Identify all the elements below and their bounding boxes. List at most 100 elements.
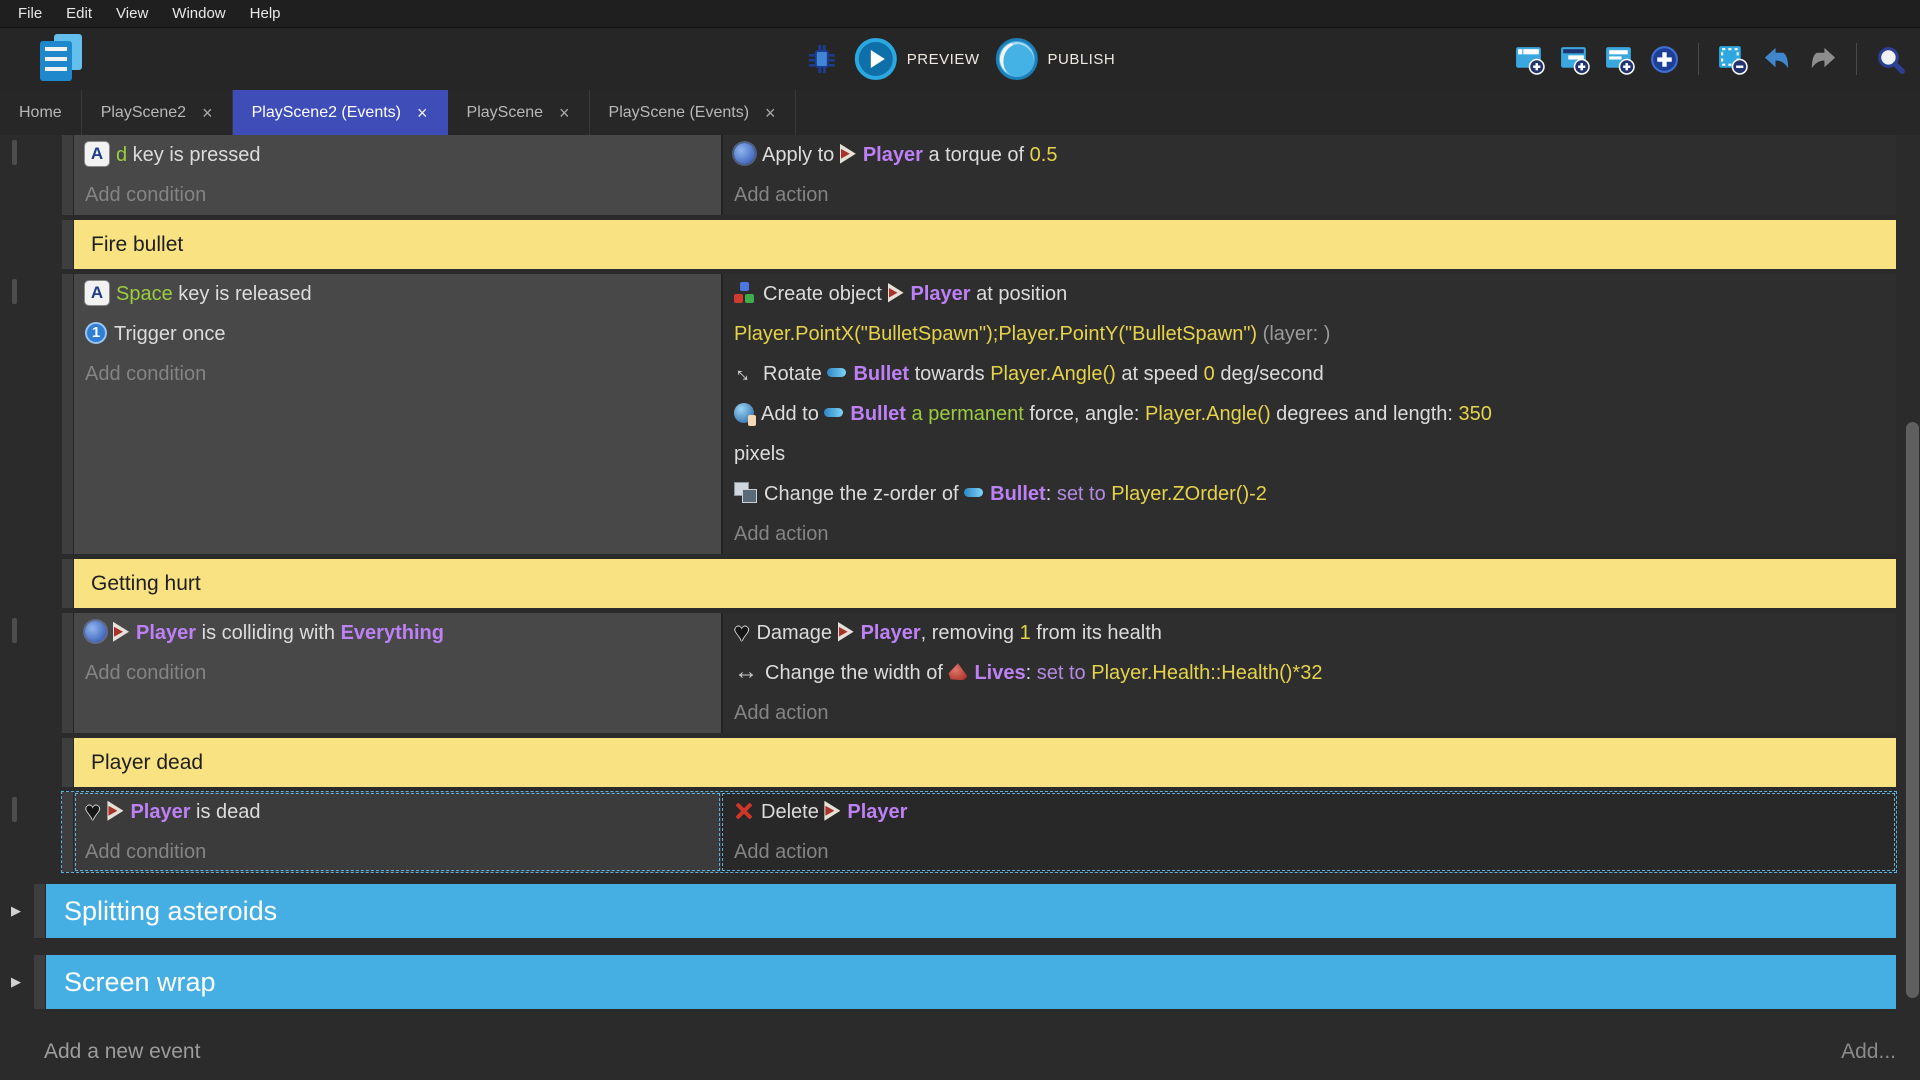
tab-playscene2-events-[interactable]: PlayScene2 (Events)× (233, 90, 448, 135)
add-action-placeholder[interactable]: Add action (734, 514, 1886, 554)
tab-bar: HomePlayScene2×PlayScene2 (Events)×PlayS… (0, 90, 1920, 135)
add-condition-placeholder[interactable]: Add condition (85, 653, 711, 693)
tab-playscene2[interactable]: PlayScene2× (82, 90, 233, 135)
event-drag-handle[interactable] (62, 738, 74, 787)
action-line[interactable]: pixels (734, 434, 1886, 474)
text-segment: Add condition (85, 841, 206, 863)
event-drag-handle[interactable] (62, 792, 74, 872)
menu-item-file[interactable]: File (6, 0, 54, 27)
event-drag-handle[interactable] (34, 884, 46, 938)
add-condition-placeholder[interactable]: Add condition (85, 354, 711, 394)
add-action-placeholder[interactable]: Add action (734, 175, 1886, 215)
tab-home[interactable]: Home (0, 90, 82, 135)
vertical-scrollbar-thumb[interactable] (1906, 422, 1919, 998)
event-row: ASpace key is released1Trigger onceAdd c… (62, 274, 1896, 554)
event-drag-handle[interactable] (34, 955, 46, 1009)
event-drag-handle[interactable] (62, 135, 74, 215)
condition-line[interactable]: ASpace key is released (85, 274, 711, 314)
debug-button[interactable] (805, 42, 839, 76)
text-segment: Change the width of (765, 662, 948, 684)
event-sheet: Ad key is pressedAdd conditionApply to P… (0, 135, 1920, 1069)
collapse-arrow-icon[interactable]: ▶ (11, 974, 21, 990)
add-new-event-label[interactable]: Add a new event (44, 1040, 200, 1064)
preview-label: PREVIEW (907, 51, 980, 68)
text-segment: Create object (763, 283, 888, 305)
gdevelop-logo-icon (38, 34, 86, 86)
add-subevent-icon (1559, 44, 1590, 75)
comment-bar[interactable]: Getting hurt (74, 559, 1896, 608)
action-line[interactable]: Add to Bullet a permanent force, angle: … (734, 394, 1886, 434)
menu-item-help[interactable]: Help (238, 0, 293, 27)
comment-row: Player dead (62, 738, 1896, 787)
preview-button[interactable]: PREVIEW (855, 38, 980, 80)
action-line[interactable]: ↔Change the width of Lives: set to Playe… (734, 653, 1886, 693)
text-segment: Player.PointX("BulletSpawn");Player.Poin… (734, 323, 1257, 345)
add-event-button[interactable] (1514, 44, 1545, 75)
event-drag-handle[interactable] (62, 220, 74, 269)
add-action-placeholder[interactable]: Add action (734, 693, 1886, 733)
collapse-arrow-icon[interactable]: ▶ (11, 903, 21, 919)
condition-line[interactable]: 1Trigger once (85, 314, 711, 354)
actions-cell: Delete PlayerAdd action (721, 792, 1896, 872)
keyboard-icon: A (85, 142, 109, 166)
conditions-cell: Player is colliding with EverythingAdd c… (74, 613, 721, 733)
group-bar[interactable]: Splitting asteroids (46, 884, 1896, 938)
search-icon (1875, 44, 1906, 75)
event-drag-handle[interactable] (62, 613, 74, 733)
publish-button[interactable]: PUBLISH (995, 38, 1115, 80)
search-button[interactable] (1875, 44, 1906, 75)
menu-item-view[interactable]: View (104, 0, 160, 27)
preview-play-icon (855, 38, 897, 80)
text-segment: Damage (756, 622, 837, 644)
menu-item-edit[interactable]: Edit (54, 0, 104, 27)
action-line[interactable]: ♥Damage Player, removing 1 from its heal… (734, 613, 1886, 653)
add-action-placeholder[interactable]: Add action (734, 832, 1886, 872)
tab-playscene[interactable]: PlayScene× (448, 90, 590, 135)
tab-close-icon[interactable]: × (417, 104, 428, 122)
add-subevent-button[interactable] (1559, 44, 1590, 75)
redo-icon (1807, 44, 1838, 75)
event-drag-handle[interactable] (62, 274, 74, 554)
text-segment: Bullet (850, 403, 906, 425)
text-segment: is colliding with (196, 622, 341, 644)
comment-bar[interactable]: Player dead (74, 738, 1896, 787)
tab-close-icon[interactable]: × (559, 104, 570, 122)
text-segment: 1 (1020, 622, 1031, 644)
text-segment: Space (116, 283, 173, 305)
undo-button[interactable] (1762, 44, 1793, 75)
action-line[interactable]: ↔Rotate Bullet towards Player.Angle() at… (734, 354, 1886, 394)
condition-line[interactable]: Player is colliding with Everything (85, 613, 711, 653)
event-drag-handle[interactable] (62, 559, 74, 608)
menu-item-window[interactable]: Window (160, 0, 237, 27)
condition-line[interactable]: ♥Player is dead (85, 792, 711, 832)
add-condition-placeholder[interactable]: Add condition (85, 832, 711, 872)
tab-close-icon[interactable]: × (202, 104, 213, 122)
conditions-cell: ASpace key is released1Trigger onceAdd c… (74, 274, 721, 554)
remove-selection-button[interactable] (1717, 44, 1748, 75)
add-comment-button[interactable] (1604, 44, 1635, 75)
group-bar[interactable]: Screen wrap (46, 955, 1896, 1009)
project-manager-button[interactable] (38, 34, 86, 86)
bullet-icon (824, 408, 843, 417)
add-circle-button[interactable] (1649, 44, 1680, 75)
comment-bar[interactable]: Fire bullet (74, 220, 1896, 269)
action-line[interactable]: Change the z-order of Bullet: set to Pla… (734, 474, 1886, 514)
bullet-icon (964, 488, 983, 497)
text-segment: towards (909, 363, 990, 385)
remove-selection-icon (1717, 44, 1748, 75)
heart-icon: ♥ (734, 621, 749, 643)
add-condition-placeholder[interactable]: Add condition (85, 175, 711, 215)
action-line[interactable]: Apply to Player a torque of 0.5 (734, 135, 1886, 175)
redo-button[interactable] (1807, 44, 1838, 75)
action-line[interactable]: Create object Player at position (734, 274, 1886, 314)
add-comment-icon (1604, 44, 1635, 75)
physics-icon (734, 143, 755, 164)
condition-line[interactable]: Ad key is pressed (85, 135, 711, 175)
tab-close-icon[interactable]: × (765, 104, 776, 122)
toolbar-divider (1698, 43, 1699, 75)
text-segment: Player (863, 144, 923, 166)
action-line[interactable]: Delete Player (734, 792, 1886, 832)
action-line[interactable]: Player.PointX("BulletSpawn");Player.Poin… (734, 314, 1886, 354)
add-button[interactable]: Add... (1841, 1040, 1896, 1064)
tab-playscene-events-[interactable]: PlayScene (Events)× (590, 90, 796, 135)
